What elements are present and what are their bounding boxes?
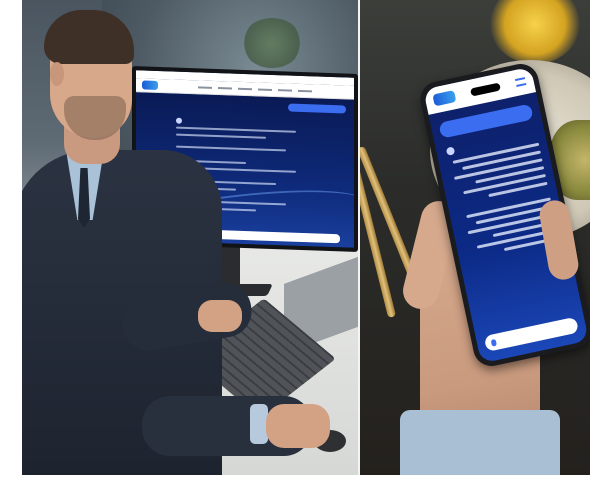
bot-avatar-icon [445, 146, 456, 156]
bot-avatar-icon [176, 117, 182, 124]
phone-notch [469, 82, 501, 97]
man-hand-on-keyboard [198, 300, 242, 332]
lamp-glow [490, 0, 580, 64]
shirt-sleeve [400, 410, 560, 475]
reply-text-line [176, 126, 296, 133]
reply-text-line [176, 145, 286, 152]
user-message-bubble [288, 103, 346, 114]
reply-text-line [176, 133, 266, 139]
chat-input-field [483, 316, 580, 352]
logo-icon [432, 90, 457, 107]
phone-scene [360, 0, 590, 475]
office-scene [22, 0, 360, 475]
man-hand-on-mouse [266, 404, 330, 448]
monitor-stand [220, 244, 240, 288]
photo-collage [22, 0, 590, 475]
logo-icon [142, 80, 158, 90]
menu-icon [514, 77, 527, 87]
microphone-icon [490, 338, 497, 347]
man-ear [50, 62, 64, 86]
background-plant [242, 18, 302, 68]
website-nav-links [198, 85, 312, 92]
